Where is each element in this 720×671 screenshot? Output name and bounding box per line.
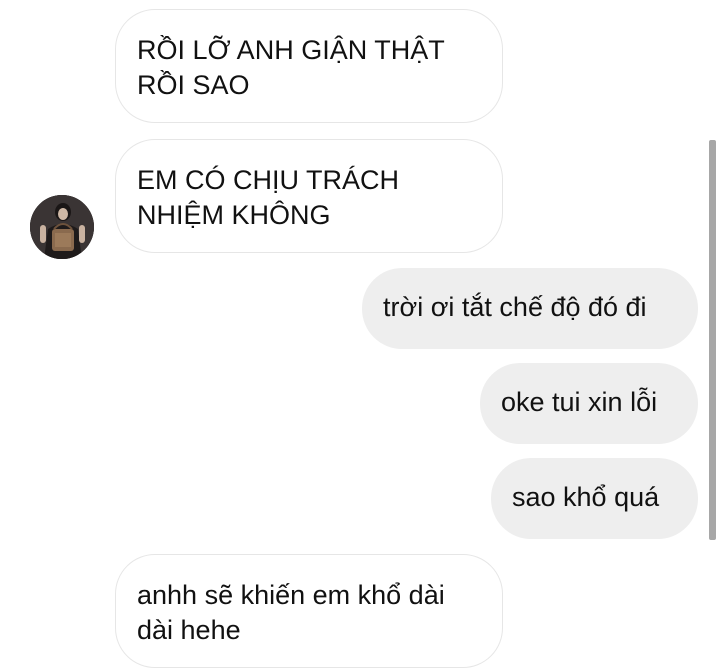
incoming-message-bubble[interactable]: RỒI LỠ ANH GIẬN THẬT RỒI SAO [115,9,503,123]
outgoing-message-bubble[interactable]: oke tui xin lỗi [480,363,698,444]
message-text: RỒI LỠ ANH GIẬN THẬT RỒI SAO [137,35,445,100]
scrollbar[interactable] [709,140,716,540]
message-text: oke tui xin lỗi [501,387,658,417]
message-text: anhh sẽ khiến em khổ dài dài hehe [137,580,445,645]
contact-avatar[interactable] [30,195,94,259]
outgoing-message-bubble[interactable]: trời ơi tắt chế độ đó đi [362,268,698,349]
incoming-message-bubble[interactable]: anhh sẽ khiến em khổ dài dài hehe [115,554,503,668]
outgoing-message-bubble[interactable]: sao khổ quá [491,458,698,539]
message-text: trời ơi tắt chế độ đó đi [383,292,647,322]
incoming-message-bubble[interactable]: EM CÓ CHỊU TRÁCH NHIỆM KHÔNG [115,139,503,253]
message-text: sao khổ quá [512,482,660,512]
chat-thread: RỒI LỠ ANH GIẬN THẬT RỒI SAO EM CÓ CHỊU … [0,0,720,671]
message-text: EM CÓ CHỊU TRÁCH NHIỆM KHÔNG [137,165,400,230]
avatar-photo-icon [30,195,94,259]
